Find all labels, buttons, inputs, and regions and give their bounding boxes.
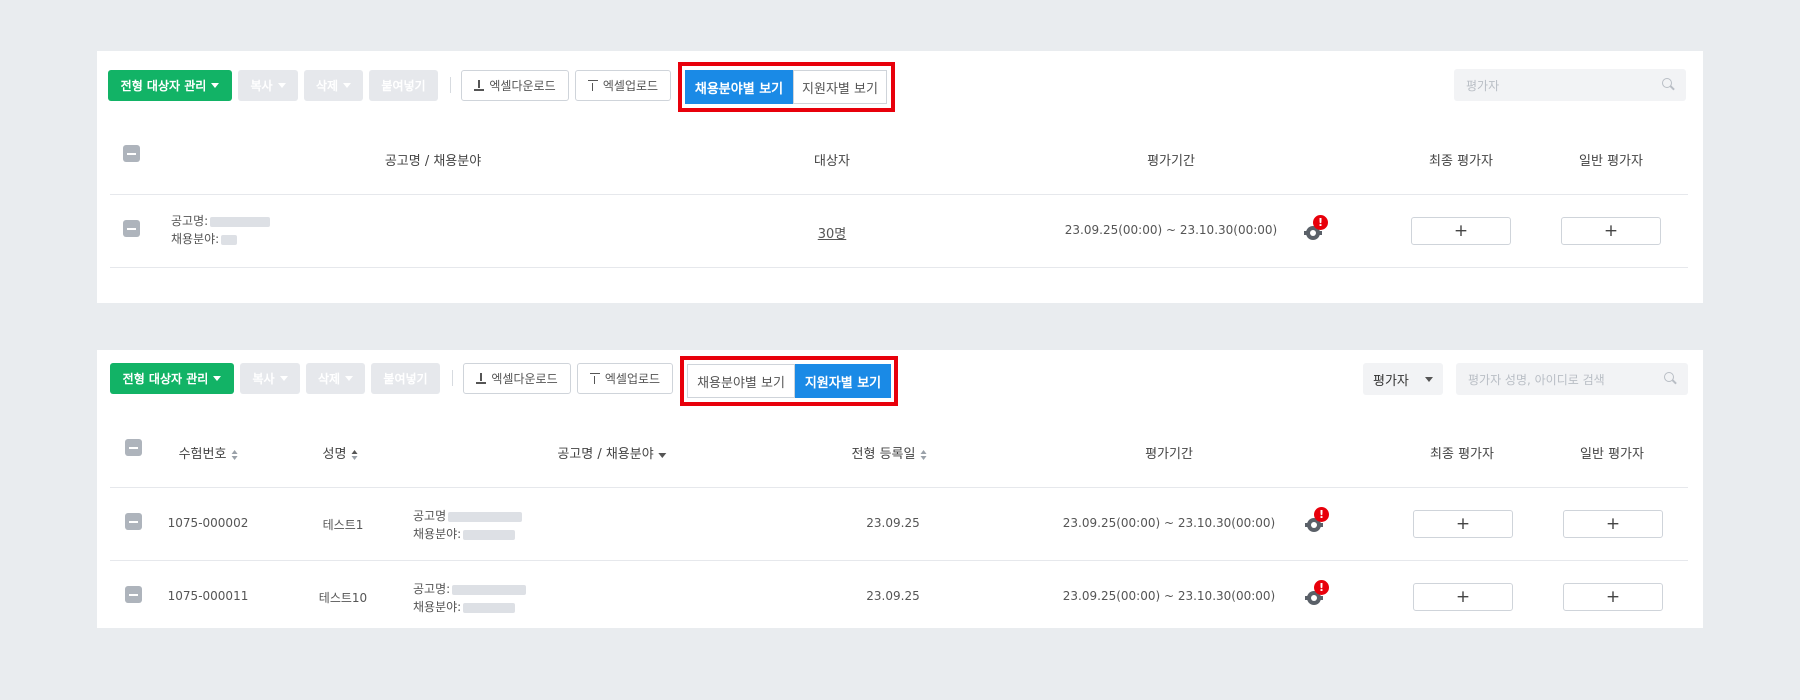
caret-down-icon [211,82,220,88]
settings-icon[interactable]: ! [1305,507,1329,532]
exam-no: 1075-000002 [167,516,249,530]
view-toggle: 채용분야별 보기 지원자별 보기 [680,356,898,406]
download-icon [476,372,487,384]
evaluator-search-input[interactable]: 평가자 [1454,69,1686,101]
view-by-applicant-tab[interactable]: 지원자별 보기 [793,70,887,104]
excel-download-button[interactable]: 엑셀다운로드 [461,69,569,101]
eval-period: 23.09.25(00:00) ~ 23.10.30(00:00) [1062,589,1276,603]
add-final-evaluator-button[interactable]: + [1411,217,1511,245]
panel-by-applicant: 전형 대상자 관리 복사 삭제 붙여넣기 엑셀다운로드 엑셀업로드 채용분야별 … [97,350,1703,628]
col-posting[interactable]: 공고명 / 채용분야 [557,443,667,462]
caret-down-icon [213,375,222,381]
posting-info: 공고명: 채용분야: [171,212,271,248]
col-targets: 대상자 [814,154,850,169]
chevron-down-icon [1425,377,1433,382]
redacted-text [463,602,516,613]
redacted-text [452,584,527,595]
redacted-text [210,216,271,227]
reg-date: 23.09.25 [866,516,920,530]
upload-icon [589,372,600,384]
sort-icon [231,449,238,460]
view-by-applicant-tab[interactable]: 지원자별 보기 [795,364,891,398]
col-period: 평가기간 [1147,154,1195,169]
applicant-name: 테스트10 [318,591,368,605]
caret-down-icon [658,453,667,458]
col-reg-date[interactable]: 전형 등록일 [852,443,927,462]
view-toggle: 채용분야별 보기 지원자별 보기 [678,62,895,112]
add-general-evaluator-button[interactable]: + [1563,510,1663,538]
col-name[interactable]: 성명 [323,443,358,462]
paste-button[interactable]: 붙여넣기 [369,69,438,101]
col-final-evaluator: 최종 평가자 [1430,447,1494,462]
delete-button[interactable]: 삭제 [306,362,365,394]
col-general-evaluator: 일반 평가자 [1579,154,1643,169]
add-general-evaluator-button[interactable]: + [1561,217,1661,245]
eval-period: 23.09.25(00:00) ~ 23.10.30(00:00) [1062,516,1276,530]
sort-icon [920,449,927,460]
select-all-checkbox[interactable] [125,439,142,456]
caret-down-icon [343,82,352,88]
excel-download-button[interactable]: 엑셀다운로드 [463,362,571,394]
posting-info: 공고명 채용분야: [413,507,523,543]
row-divider [110,267,1688,268]
row-divider [110,560,1688,561]
col-final-evaluator: 최종 평가자 [1429,154,1493,169]
view-by-field-tab[interactable]: 채용분야별 보기 [687,364,795,398]
alert-badge: ! [1314,507,1329,522]
row-divider [110,194,1688,195]
row-checkbox[interactable] [125,513,142,530]
search-filter-select[interactable]: 평가자 [1363,363,1443,395]
copy-button[interactable]: 복사 [238,69,298,101]
caret-down-icon [345,375,354,381]
delete-button[interactable]: 삭제 [304,69,363,101]
settings-icon[interactable]: ! [1304,215,1328,240]
toolbar: 전형 대상자 관리 복사 삭제 붙여넣기 엑셀다운로드 엑셀업로드 [110,362,679,394]
search-icon[interactable] [1664,372,1676,384]
alert-badge: ! [1314,580,1329,595]
eval-period: 23.09.25(00:00) ~ 23.10.30(00:00) [1064,223,1278,237]
evaluator-search-input[interactable]: 평가자 성명, 아이디로 검색 [1456,363,1688,395]
redacted-text [463,529,516,540]
reg-date: 23.09.25 [866,589,920,603]
applicant-name: 테스트1 [322,518,364,532]
col-exam-no[interactable]: 수험번호 [179,443,238,462]
copy-button[interactable]: 복사 [240,362,300,394]
manage-targets-button[interactable]: 전형 대상자 관리 [110,362,234,394]
sort-asc-icon [351,449,358,460]
alert-badge: ! [1313,215,1328,230]
excel-upload-button[interactable]: 엑셀업로드 [575,69,671,101]
settings-icon[interactable]: ! [1305,580,1329,605]
toolbar-divider [452,370,453,386]
col-general-evaluator: 일반 평가자 [1580,447,1644,462]
view-by-field-tab[interactable]: 채용분야별 보기 [685,70,793,104]
targets-count-link[interactable]: 30명 [818,223,847,242]
redacted-text [221,234,238,245]
exam-no: 1075-000011 [167,589,249,603]
add-final-evaluator-button[interactable]: + [1413,583,1513,611]
select-all-checkbox[interactable] [123,145,140,162]
upload-icon [587,79,598,91]
posting-info: 공고명: 채용분야: [413,580,527,616]
redacted-text [448,511,523,522]
paste-button[interactable]: 붙여넣기 [371,362,440,394]
add-general-evaluator-button[interactable]: + [1563,583,1663,611]
caret-down-icon [279,375,288,381]
excel-upload-button[interactable]: 엑셀업로드 [577,362,673,394]
col-period: 평가기간 [1145,447,1193,462]
search-icon[interactable] [1662,78,1674,90]
toolbar: 전형 대상자 관리 복사 삭제 붙여넣기 엑셀다운로드 엑셀업로드 [108,69,677,101]
row-divider [110,487,1688,488]
row-checkbox[interactable] [123,220,140,237]
row-checkbox[interactable] [125,586,142,603]
download-icon [474,79,485,91]
caret-down-icon [277,82,286,88]
toolbar-divider [450,77,451,93]
manage-targets-button[interactable]: 전형 대상자 관리 [108,69,232,101]
col-posting: 공고명 / 채용분야 [384,154,482,169]
panel-by-field: 전형 대상자 관리 복사 삭제 붙여넣기 엑셀다운로드 엑셀업로드 채용분야별 … [97,51,1703,303]
add-final-evaluator-button[interactable]: + [1413,510,1513,538]
